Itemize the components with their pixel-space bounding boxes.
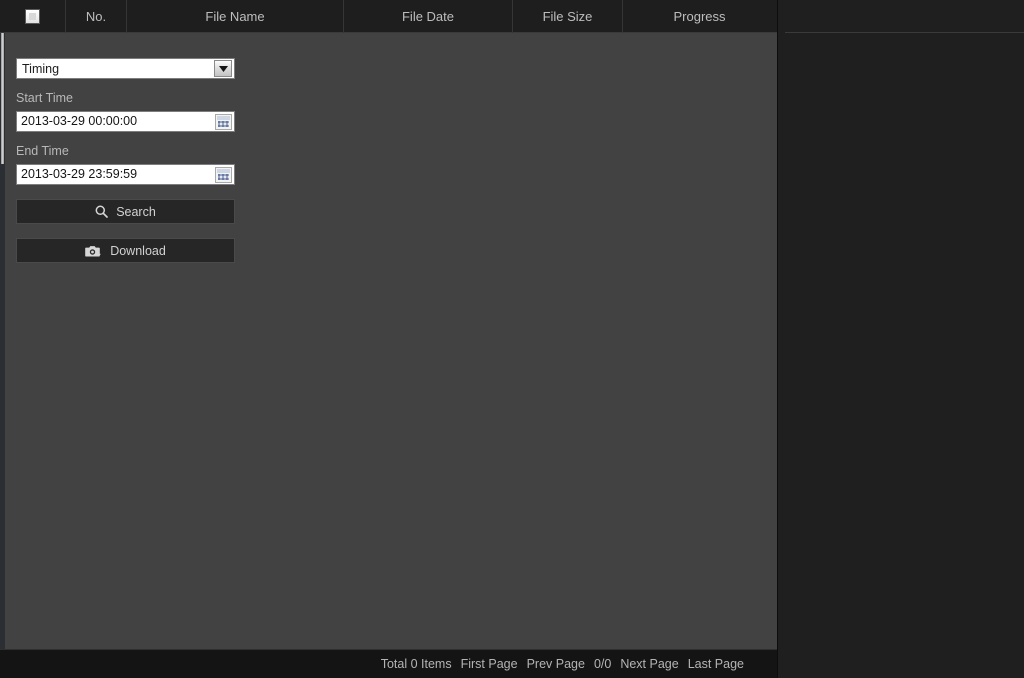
- sidebar-controls: Timing Start Time End Time: [16, 58, 235, 263]
- end-time-field[interactable]: [16, 164, 235, 185]
- search-sidebar: [777, 0, 1024, 678]
- start-time-input[interactable]: [17, 112, 215, 131]
- pagination-bar: Total 0 Items First Page Prev Page 0/0 N…: [0, 649, 777, 678]
- search-button-label: Search: [116, 204, 156, 219]
- column-header-file-name[interactable]: File Name: [127, 0, 344, 33]
- list-scrollbar[interactable]: [0, 33, 5, 649]
- column-header-file-date[interactable]: File Date: [344, 0, 513, 33]
- file-table-header: No. File Name File Date File Size Progre…: [0, 0, 777, 33]
- calendar-icon[interactable]: [215, 166, 232, 183]
- start-time-field[interactable]: [16, 111, 235, 132]
- first-page-button[interactable]: First Page: [461, 657, 518, 671]
- file-type-select-value: Timing: [22, 61, 60, 76]
- prev-page-button[interactable]: Prev Page: [527, 657, 585, 671]
- sidebar-divider: [785, 32, 1024, 33]
- chevron-down-icon[interactable]: [214, 60, 232, 77]
- search-button[interactable]: Search: [16, 199, 235, 224]
- download-button-label: Download: [110, 243, 166, 258]
- column-header-progress[interactable]: Progress: [623, 0, 776, 33]
- search-icon: [95, 205, 109, 218]
- column-header-no[interactable]: No.: [66, 0, 127, 33]
- download-manager-window: No. File Name File Date File Size Progre…: [0, 0, 1024, 678]
- calendar-icon[interactable]: [215, 113, 232, 130]
- last-page-button[interactable]: Last Page: [688, 657, 744, 671]
- file-type-select[interactable]: Timing: [16, 58, 235, 79]
- end-time-label: End Time: [16, 144, 69, 158]
- list-scrollbar-thumb[interactable]: [1, 33, 4, 164]
- column-header-checkbox: [0, 0, 66, 33]
- page-indicator: 0/0: [593, 657, 612, 671]
- total-items-label: Total 0 Items: [380, 657, 452, 671]
- select-all-checkbox[interactable]: [25, 8, 40, 24]
- end-time-input[interactable]: [17, 165, 215, 184]
- next-page-button[interactable]: Next Page: [620, 657, 678, 671]
- start-time-label: Start Time: [16, 91, 73, 105]
- camera-download-icon: [85, 244, 102, 258]
- download-button[interactable]: Download: [16, 238, 235, 263]
- column-header-file-size[interactable]: File Size: [513, 0, 623, 33]
